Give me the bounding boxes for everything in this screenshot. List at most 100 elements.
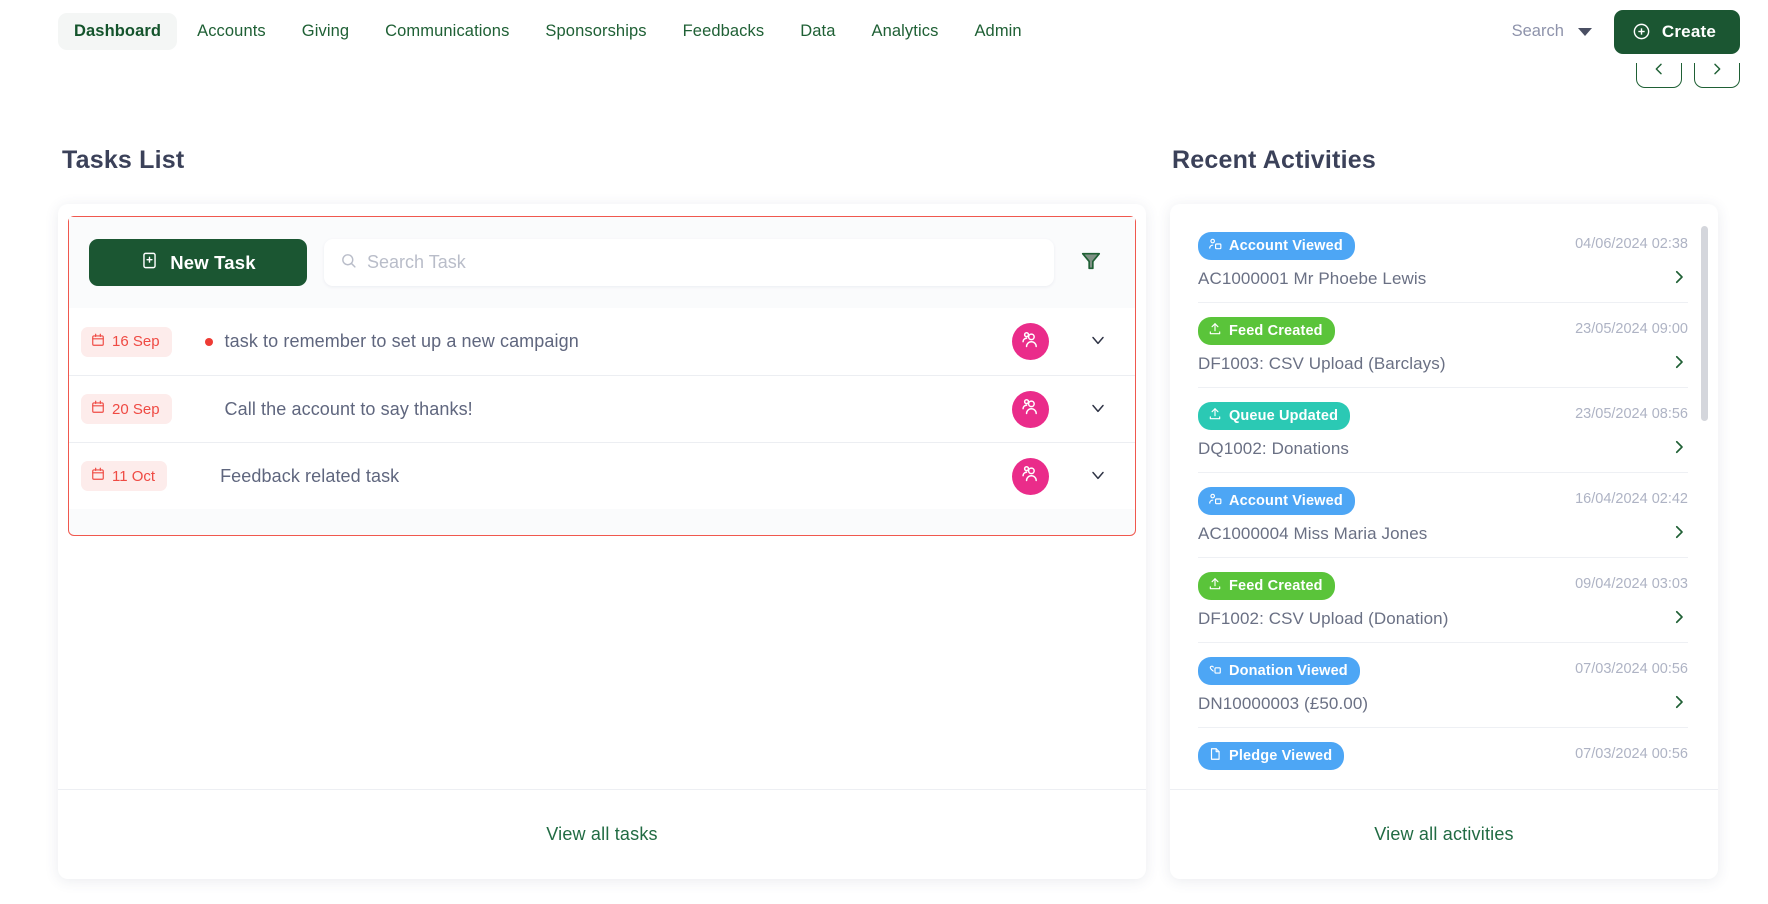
chevron-down-icon	[1088, 330, 1108, 353]
activity-detail-row: DF1002: CSV Upload (Donation)	[1198, 608, 1688, 629]
status-badge: Account Viewed	[1198, 487, 1355, 515]
nav-item-communications[interactable]: Communications	[369, 13, 525, 50]
new-task-label: New Task	[170, 251, 256, 273]
status-badge: Queue Updated	[1198, 402, 1351, 430]
view-all-tasks-link[interactable]: View all tasks	[58, 789, 1146, 879]
open-activity-button[interactable]	[1670, 693, 1688, 714]
open-activity-button[interactable]	[1670, 268, 1688, 289]
activity-header: Feed Created 23/05/2024 09:00	[1198, 317, 1688, 345]
activity-item[interactable]: Feed Created 23/05/2024 09:00 DF1003: CSV …	[1198, 303, 1688, 388]
activity-detail-row: DQ1002: Donations	[1198, 438, 1688, 459]
create-button-label: Create	[1661, 21, 1716, 41]
activity-timestamp: 04/06/2024 02:38	[1575, 236, 1688, 252]
activity-header: Account Viewed 04/06/2024 02:38	[1198, 232, 1688, 260]
assignee-avatar[interactable]	[1012, 457, 1049, 495]
activity-detail-row: DN10000003 (£50.00)	[1198, 693, 1688, 714]
assignee-avatar[interactable]	[1012, 390, 1049, 428]
activity-item[interactable]: Feed Created 09/04/2024 03:03 DF1002: CSV …	[1198, 558, 1688, 643]
nav-item-dashboard[interactable]: Dashboard	[58, 13, 178, 50]
chevron-right-icon	[1670, 693, 1688, 714]
task-date-badge: 20 Sep	[81, 394, 172, 424]
new-task-button[interactable]: New Task	[89, 239, 307, 286]
tasks-card: New Task Search Task 16 Sep task to reme…	[58, 204, 1146, 879]
activity-header: Feed Created 09/04/2024 03:03	[1198, 572, 1688, 600]
open-activity-button[interactable]	[1670, 523, 1688, 544]
nav-item-sponsorships[interactable]: Sponsorships	[529, 13, 662, 50]
activity-timestamp: 07/03/2024 00:56	[1575, 746, 1688, 762]
activity-header: Queue Updated 23/05/2024 08:56	[1198, 402, 1688, 430]
open-activity-button[interactable]	[1670, 353, 1688, 374]
activity-item[interactable]: Donation Viewed 07/03/2024 00:56 DN1000000…	[1198, 643, 1688, 728]
activity-timestamp: 09/04/2024 03:03	[1575, 576, 1688, 592]
upload-icon	[1208, 407, 1222, 425]
filter-button[interactable]	[1071, 243, 1111, 283]
chevron-right-icon	[1670, 438, 1688, 459]
task-title: Call the account to say thanks!	[205, 399, 1012, 420]
task-row[interactable]: 11 Oct Feedback related task	[69, 442, 1135, 509]
activity-description: DF1002: CSV Upload (Donation)	[1198, 608, 1449, 628]
status-badge-label: Donation Viewed	[1229, 663, 1348, 679]
search-input[interactable]	[367, 252, 1038, 273]
task-title-label: Call the account to say thanks!	[224, 398, 473, 419]
plus-circle-icon	[1632, 22, 1651, 41]
activities-column: Recent Activities Account Viewed 04/06/20…	[1170, 63, 1718, 879]
nav-right-actions: Search Create	[1512, 9, 1740, 54]
status-badge: Donation Viewed	[1198, 657, 1360, 685]
activity-item[interactable]: Account Viewed 04/06/2024 02:38 AC1000001 …	[1198, 218, 1688, 303]
calendar-icon	[91, 333, 105, 351]
open-activity-button[interactable]	[1670, 608, 1688, 629]
page-title-tasks: Tasks List	[62, 146, 185, 174]
users-icon	[1020, 463, 1041, 489]
activity-timestamp: 23/05/2024 08:56	[1575, 406, 1688, 422]
create-button[interactable]: Create	[1613, 9, 1740, 54]
activities-scroll-area[interactable]: Account Viewed 04/06/2024 02:38 AC1000001 …	[1170, 204, 1718, 789]
users-icon	[1020, 329, 1041, 355]
status-badge-label: Queue Updated	[1229, 408, 1339, 424]
page-title-activities: Recent Activities	[1172, 146, 1376, 174]
nav-item-data[interactable]: Data	[784, 13, 851, 50]
top-navigation-bar: Dashboard Accounts Giving Communications Spo…	[0, 0, 1768, 63]
activity-item[interactable]: Queue Updated 23/05/2024 08:56 DQ1002: Don…	[1198, 388, 1688, 473]
task-title: Feedback related task	[200, 466, 1012, 487]
activity-description: DQ1002: Donations	[1198, 438, 1350, 458]
task-row[interactable]: 20 Sep Call the account to say thanks!	[69, 375, 1135, 442]
activity-timestamp: 23/05/2024 09:00	[1575, 321, 1688, 337]
chevron-down-icon	[1088, 465, 1108, 488]
nav-item-accounts[interactable]: Accounts	[181, 13, 282, 50]
activity-item[interactable]: Account Viewed 16/04/2024 02:42 AC1000004 …	[1198, 473, 1688, 558]
nav-item-giving[interactable]: Giving	[286, 13, 365, 50]
task-date-label: 11 Oct	[112, 467, 156, 485]
status-badge-label: Account Viewed	[1229, 493, 1343, 509]
task-row[interactable]: 16 Sep task to remember to set up a new c…	[69, 308, 1135, 375]
chevron-right-icon	[1670, 608, 1688, 629]
expand-task-button[interactable]	[1085, 329, 1111, 355]
activities-scrollbar[interactable]	[1701, 226, 1708, 421]
task-date-badge: 16 Sep	[81, 326, 172, 357]
open-activity-button[interactable]	[1670, 438, 1688, 459]
expand-task-button[interactable]	[1085, 396, 1111, 422]
tasks-highlight-region: New Task Search Task 16 Sep task to reme…	[68, 216, 1136, 536]
chevron-right-icon	[1670, 523, 1688, 544]
expand-task-button[interactable]	[1085, 463, 1111, 489]
assignee-avatar[interactable]	[1012, 323, 1049, 360]
nav-items: Dashboard Accounts Giving Communications Spo…	[58, 13, 1038, 50]
task-search-wrapper	[324, 239, 1054, 286]
nav-item-analytics[interactable]: Analytics	[856, 13, 955, 50]
tasks-column: Tasks List New Task Search Task 16 Sep t…	[58, 63, 1146, 879]
activity-item[interactable]: Pledge Viewed 07/03/2024 00:56	[1198, 728, 1688, 783]
nav-item-admin[interactable]: Admin	[958, 13, 1037, 50]
task-title-label: task to remember to set up a new campaig…	[224, 331, 579, 351]
status-badge-label: Account Viewed	[1229, 238, 1343, 254]
task-date-badge: 11 Oct	[81, 461, 168, 491]
status-badge-label: Feed Created	[1229, 323, 1323, 339]
calendar-icon	[91, 400, 105, 418]
view-all-activities-link[interactable]: View all activities	[1170, 789, 1718, 879]
nav-item-feedbacks[interactable]: Feedbacks	[667, 13, 781, 50]
users-icon	[1020, 396, 1041, 422]
task-date-label: 20 Sep	[112, 400, 160, 418]
status-badge: Feed Created	[1198, 317, 1335, 345]
dashboard-body: Tasks List New Task Search Task 16 Sep t…	[0, 63, 1768, 879]
activity-header: Account Viewed 16/04/2024 02:42	[1198, 487, 1688, 515]
status-badge-label: Pledge Viewed	[1229, 748, 1333, 764]
search-dropdown[interactable]: Search	[1512, 22, 1596, 41]
